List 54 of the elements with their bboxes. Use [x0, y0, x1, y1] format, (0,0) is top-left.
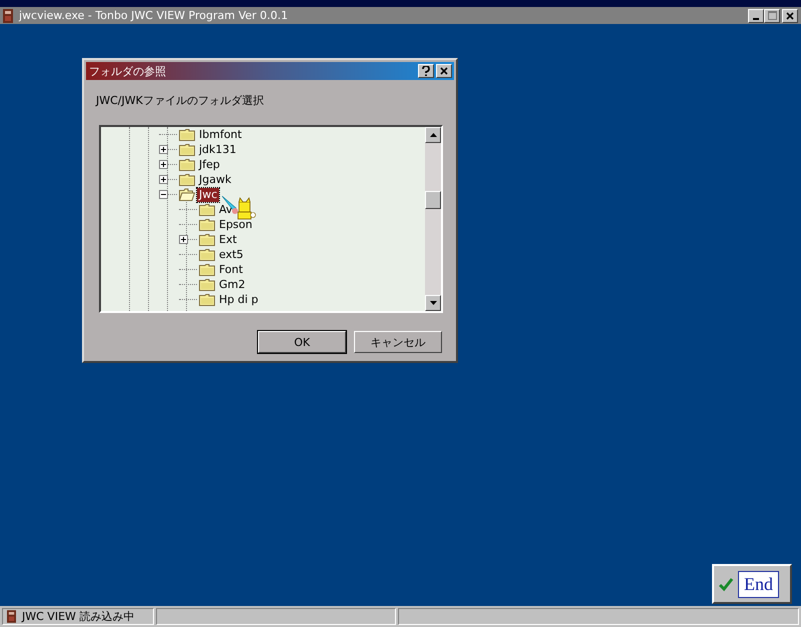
close-icon	[440, 67, 448, 75]
tree-item[interactable]: jdk131	[197, 142, 238, 156]
tree-item[interactable]: Ibmfont	[197, 128, 244, 142]
cancel-button[interactable]: キャンセル	[354, 331, 442, 353]
tree-item[interactable]: Jgawk	[197, 172, 234, 186]
folder-icon	[199, 293, 215, 306]
tree-item[interactable]: Jwc	[197, 188, 220, 202]
help-button[interactable]	[418, 64, 434, 78]
app-icon	[3, 8, 13, 22]
tree-item[interactable]: Gm2	[217, 278, 248, 292]
down-arrow-icon	[430, 301, 436, 305]
expand-icon[interactable]	[159, 175, 168, 184]
scroll-up-button[interactable]	[425, 127, 441, 143]
tree-item[interactable]: Av	[217, 202, 234, 216]
maximize-button[interactable]	[764, 8, 780, 22]
maximize-icon	[768, 11, 776, 20]
close-button[interactable]	[436, 64, 452, 78]
folder-icon	[199, 203, 215, 216]
tree-item[interactable]: Epson	[217, 218, 254, 232]
folder-icon	[199, 218, 215, 231]
close-icon	[786, 12, 794, 20]
collapse-icon[interactable]	[159, 190, 168, 199]
folder-icon	[199, 233, 215, 246]
folder-icon	[179, 158, 195, 171]
prompt-text: JWC/JWKファイルのフォルダ選択	[96, 93, 265, 109]
minimize-icon	[753, 18, 759, 20]
expand-icon[interactable]	[159, 160, 168, 169]
folder-icon	[179, 173, 195, 186]
check-icon	[718, 576, 734, 592]
close-button[interactable]	[782, 8, 798, 22]
tree-item[interactable]: Hp di p	[217, 292, 260, 306]
expand-icon[interactable]	[159, 145, 168, 154]
ok-button[interactable]: OK	[258, 331, 346, 353]
tree-item[interactable]: Font	[217, 262, 245, 276]
up-arrow-icon	[430, 133, 436, 137]
folder-icon	[199, 278, 215, 291]
dialog-title: フォルダの参照	[89, 64, 166, 78]
end-button[interactable]: End	[712, 564, 792, 604]
scroll-thumb[interactable]	[425, 191, 441, 209]
tree-item[interactable]: Jfep	[197, 158, 222, 172]
help-icon	[422, 66, 430, 76]
window-title: jwcview.exe - Tonbo JWC VIEW Program Ver 0.0.1	[19, 9, 288, 22]
folder-icon	[179, 128, 195, 141]
folder-icon	[179, 188, 195, 201]
status-text: JWC VIEW 読み込み中	[22, 609, 134, 624]
folder-icon	[199, 263, 215, 276]
tree-item[interactable]: ext5	[217, 248, 246, 262]
app-icon	[7, 609, 16, 624]
tree-item[interactable]: Ext	[217, 232, 239, 246]
folder-icon	[199, 248, 215, 261]
scroll-down-button[interactable]	[425, 295, 441, 311]
expand-icon[interactable]	[179, 235, 188, 244]
minimize-button[interactable]	[748, 8, 764, 22]
folder-icon	[179, 143, 195, 156]
